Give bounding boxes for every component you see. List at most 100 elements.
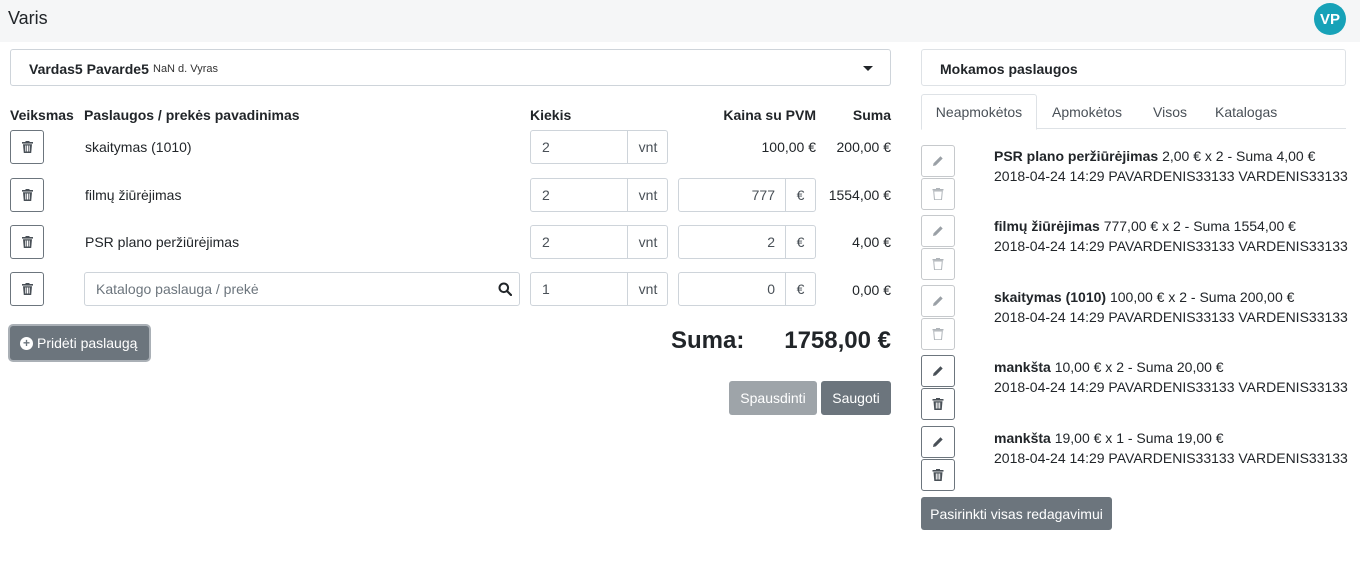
tab-unpaid[interactable]: Neapmokėtos	[921, 94, 1037, 130]
patient-name: Vardas5 Pavarde5	[29, 61, 149, 77]
price-input[interactable]: 2 €	[678, 225, 816, 259]
row-name: PSR plano peržiūrėjimas	[85, 234, 240, 250]
catalog-search-input[interactable]: Katalogo paslauga / prekė	[84, 272, 520, 306]
chevron-down-icon	[863, 66, 873, 71]
patient-select[interactable]: Vardas5 Pavarde5 NaN d. Vyras	[10, 49, 891, 86]
trash-icon	[932, 188, 944, 200]
price-value: 2	[767, 234, 775, 250]
print-button[interactable]: Spausdinti	[729, 381, 817, 415]
app-title: Varis	[8, 8, 48, 28]
quantity-input[interactable]: 2 vnt	[530, 178, 668, 212]
total-value: 1758,00 €	[784, 327, 891, 354]
pencil-icon	[933, 226, 943, 236]
trash-icon	[21, 283, 33, 295]
row-sum: 4,00 €	[852, 234, 891, 250]
trash-icon	[21, 189, 33, 201]
delete-row-button[interactable]	[10, 130, 44, 164]
row-sum: 0,00 €	[852, 282, 891, 298]
quantity-input[interactable]: 2 vnt	[530, 225, 668, 259]
row-sum: 200,00 €	[836, 139, 892, 155]
header-sum: Suma	[852, 107, 891, 123]
edit-item-button[interactable]	[921, 426, 955, 458]
tab-all[interactable]: Visos	[1153, 104, 1187, 120]
unit-label: vnt	[627, 226, 668, 258]
paid-item-title: mankšta 10,00 € x 2 - Suma 20,00 €	[994, 359, 1224, 375]
trash-icon	[932, 398, 944, 410]
add-service-button[interactable]: + Pridėti paslaugą	[10, 326, 149, 360]
delete-item-button[interactable]	[921, 318, 955, 350]
paid-item-name: filmų žiūrėjimas	[994, 218, 1100, 234]
price-input[interactable]: 0 €	[678, 272, 816, 306]
search-icon[interactable]	[498, 282, 512, 296]
delete-row-button[interactable]	[10, 272, 44, 306]
paid-item-name: mankšta	[994, 359, 1051, 375]
quantity-value: 2	[542, 139, 550, 155]
edit-item-button[interactable]	[921, 145, 955, 177]
header-price: Kaina su PVM	[723, 107, 816, 123]
header-qty: Kiekis	[530, 107, 572, 123]
currency-label: €	[785, 179, 815, 211]
trash-icon	[21, 236, 33, 248]
quantity-input[interactable]: 1 vnt	[530, 272, 668, 306]
header-action: Veiksmas	[10, 107, 74, 123]
delete-row-button[interactable]	[10, 178, 44, 212]
row-price: 100,00 €	[761, 139, 817, 155]
row-name: filmų žiūrėjimas	[85, 187, 182, 203]
trash-icon	[932, 258, 944, 270]
edit-item-button[interactable]	[921, 215, 955, 247]
catalog-search-placeholder: Katalogo paslauga / prekė	[96, 281, 259, 297]
total-label: Suma:	[671, 327, 745, 354]
patient-meta: NaN d. Vyras	[153, 63, 219, 75]
pencil-icon	[933, 437, 943, 447]
edit-item-button[interactable]	[921, 355, 955, 387]
paid-item-name: skaitymas (1010)	[994, 289, 1107, 305]
unit-label: vnt	[627, 273, 668, 305]
paid-item-detail: 19,00 € x 1 - Suma 19,00 €	[1054, 430, 1224, 446]
quantity-value: 2	[542, 234, 550, 250]
paid-item-detail: 100,00 € x 2 - Suma 200,00 €	[1109, 289, 1295, 305]
paid-item-title: skaitymas (1010) 100,00 € x 2 - Suma 200…	[994, 289, 1294, 305]
select-all-for-editing-button[interactable]: Pasirinkti visas redagavimui	[921, 497, 1112, 530]
paid-item-detail: 2,00 € x 2 - Suma 4,00 €	[1162, 148, 1316, 164]
price-input[interactable]: 777 €	[678, 178, 816, 212]
row-sum: 1554,00 €	[828, 187, 891, 203]
currency-label: €	[785, 226, 815, 258]
pencil-icon	[933, 296, 943, 306]
panel-title: Mokamos paslaugos	[940, 61, 1078, 77]
paid-item-title: PSR plano peržiūrėjimas 2,00 € x 2 - Sum…	[994, 148, 1315, 164]
delete-item-button[interactable]	[921, 459, 955, 491]
quantity-input[interactable]: 2 vnt	[530, 130, 668, 164]
paid-item-meta: 2018-04-24 14:29 PAVARDENIS33133 VARDENI…	[994, 238, 1348, 254]
add-service-label: Pridėti paslaugą	[37, 335, 138, 351]
quantity-value: 1	[542, 281, 550, 297]
user-avatar[interactable]: VP	[1314, 3, 1346, 35]
trash-icon	[932, 328, 944, 340]
paid-services-header: Mokamos paslaugos	[921, 49, 1346, 86]
price-value: 777	[751, 187, 775, 203]
trash-icon	[932, 469, 944, 481]
currency-label: €	[785, 273, 815, 305]
paid-item-meta: 2018-04-24 14:29 PAVARDENIS33133 VARDENI…	[994, 379, 1348, 395]
paid-item-name: mankšta	[994, 430, 1051, 446]
tab-paid[interactable]: Apmokėtos	[1052, 104, 1122, 120]
edit-item-button[interactable]	[921, 285, 955, 317]
plus-circle-icon: +	[20, 336, 33, 350]
paid-item-title: mankšta 19,00 € x 1 - Suma 19,00 €	[994, 430, 1224, 446]
delete-item-button[interactable]	[921, 248, 955, 280]
delete-item-button[interactable]	[921, 178, 955, 210]
trash-icon	[21, 141, 33, 153]
paid-item-detail: 10,00 € x 2 - Suma 20,00 €	[1054, 359, 1224, 375]
paid-item-meta: 2018-04-24 14:29 PAVARDENIS33133 VARDENI…	[994, 309, 1348, 325]
paid-item-name: PSR plano peržiūrėjimas	[994, 148, 1159, 164]
tab-catalog[interactable]: Katalogas	[1215, 104, 1277, 120]
delete-item-button[interactable]	[921, 388, 955, 420]
quantity-value: 2	[542, 187, 550, 203]
top-bar: Varis VP	[0, 0, 1360, 42]
paid-item-title: filmų žiūrėjimas 777,00 € x 2 - Suma 155…	[994, 218, 1296, 234]
pencil-icon	[933, 156, 943, 166]
row-name: skaitymas (1010)	[85, 139, 192, 155]
delete-row-button[interactable]	[10, 225, 44, 259]
paid-item-meta: 2018-04-24 14:29 PAVARDENIS33133 VARDENI…	[994, 450, 1348, 466]
paid-item-detail: 777,00 € x 2 - Suma 1554,00 €	[1103, 218, 1296, 234]
save-button[interactable]: Saugoti	[821, 381, 891, 415]
